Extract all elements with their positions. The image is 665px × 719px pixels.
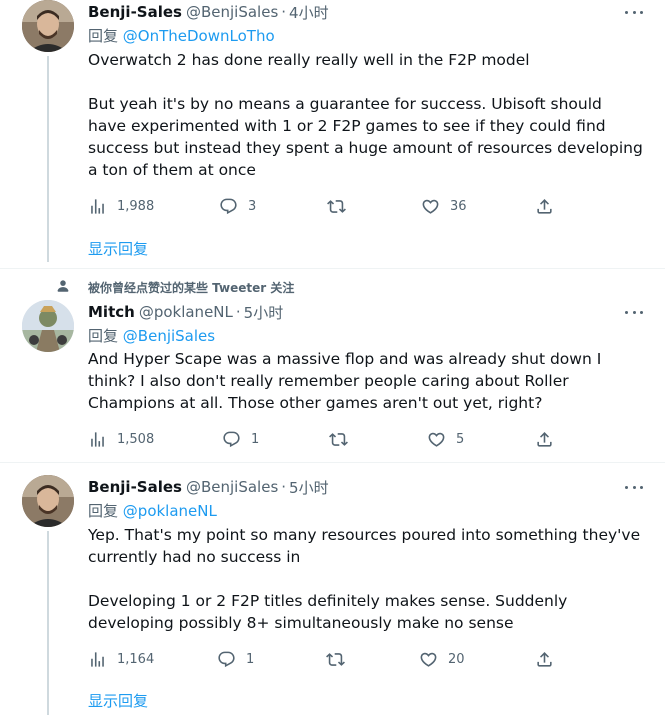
share-button[interactable] [535, 194, 554, 218]
reply-prefix: 回复 [88, 27, 119, 45]
avatar-benji-image [22, 0, 74, 52]
like-button[interactable]: 5 [427, 427, 464, 451]
retweet-button[interactable] [327, 194, 356, 218]
reply-count: 1 [246, 651, 255, 667]
timestamp[interactable]: 4小时 [289, 2, 329, 23]
tweet-text: Yep. That's my point so many resources p… [88, 526, 641, 632]
analytics-icon [88, 650, 107, 669]
retweet-button[interactable] [329, 427, 358, 451]
heart-icon [421, 197, 440, 216]
like-button[interactable]: 20 [419, 647, 465, 671]
social-context-text: 被你曾经点赞过的某些 Tweeter 关注 [88, 281, 295, 295]
reply-button[interactable]: 3 [219, 194, 256, 218]
analytics-icon [88, 197, 107, 216]
separator-dot: · [235, 303, 241, 321]
avatar[interactable] [22, 475, 74, 527]
timestamp[interactable]: 5小时 [289, 477, 329, 498]
retweet-button[interactable] [326, 647, 355, 671]
social-context: 被你曾经点赞过的某些 Tweeter 关注 [0, 276, 665, 296]
avatar[interactable] [22, 0, 74, 52]
more-options-button[interactable] [623, 479, 645, 495]
reply-icon [219, 197, 238, 216]
views-count: 1,508 [117, 431, 155, 447]
analytics-icon [88, 430, 107, 449]
replying-to: 回复 @poklaneNL [88, 500, 217, 521]
more-icon [625, 10, 628, 14]
tweet-3[interactable]: Benji-Sales @BenjiSales · 5小时 回复 @poklan… [0, 475, 665, 719]
like-button[interactable]: 36 [421, 194, 467, 218]
like-count: 20 [448, 651, 465, 667]
views-button[interactable]: 1,164 [88, 647, 154, 671]
share-icon [535, 430, 554, 449]
reply-mention-link[interactable]: @OnTheDownLoTho [123, 27, 275, 45]
avatar-mitch-image [22, 300, 74, 352]
views-button[interactable]: 1,988 [88, 194, 154, 218]
author-name[interactable]: Benji-Sales [88, 478, 182, 496]
timestamp[interactable]: 5小时 [244, 302, 284, 323]
views-count: 1,988 [117, 198, 155, 214]
more-icon [625, 310, 628, 314]
show-replies-link[interactable]: 显示回复 [88, 238, 148, 259]
divider [0, 268, 665, 269]
avatar[interactable] [22, 300, 74, 352]
replying-to: 回复 @OnTheDownLoTho [88, 25, 275, 46]
action-bar: 1,508 1 5 [88, 427, 648, 451]
retweet-icon [326, 650, 345, 669]
author-handle[interactable]: @poklaneNL [139, 303, 233, 321]
heart-icon [419, 650, 438, 669]
show-replies-link[interactable]: 显示回复 [88, 690, 148, 711]
share-button[interactable] [535, 647, 554, 671]
thread-line [47, 531, 49, 715]
reply-prefix: 回复 [88, 327, 119, 345]
views-button[interactable]: 1,508 [88, 427, 154, 451]
author-handle[interactable]: @BenjiSales [186, 478, 278, 496]
reply-prefix: 回复 [88, 502, 119, 520]
reply-icon [217, 650, 236, 669]
reply-button[interactable]: 1 [222, 427, 259, 451]
more-options-button[interactable] [623, 304, 645, 320]
divider [0, 462, 665, 463]
action-bar: 1,988 3 36 [88, 194, 648, 218]
more-options-button[interactable] [623, 4, 645, 20]
tweet-1[interactable]: Benji-Sales @BenjiSales · 4小时 回复 @OnTheD… [0, 0, 665, 268]
reply-count: 1 [251, 431, 260, 447]
tweet-text: And Hyper Scape was a massive flop and w… [88, 350, 602, 412]
retweet-icon [329, 430, 348, 449]
author-name[interactable]: Benji-Sales [88, 3, 182, 21]
more-icon [625, 485, 628, 489]
like-count: 5 [456, 431, 465, 447]
avatar-benji-image [22, 475, 74, 527]
person-icon [57, 280, 69, 292]
separator-dot: · [281, 3, 287, 21]
author-handle[interactable]: @BenjiSales [186, 3, 278, 21]
tweet-2[interactable]: Mitch @poklaneNL · 5小时 回复 @BenjiSales An… [0, 300, 665, 460]
share-icon [535, 650, 554, 669]
reply-mention-link[interactable]: @poklaneNL [123, 502, 217, 520]
thread-line [47, 56, 49, 262]
action-bar: 1,164 1 20 [88, 647, 648, 671]
replying-to: 回复 @BenjiSales [88, 325, 215, 346]
views-count: 1,164 [117, 651, 155, 667]
reply-icon [222, 430, 241, 449]
reply-count: 3 [248, 198, 257, 214]
share-button[interactable] [535, 427, 554, 451]
share-icon [535, 197, 554, 216]
separator-dot: · [281, 478, 287, 496]
heart-icon [427, 430, 446, 449]
retweet-icon [327, 197, 346, 216]
author-name[interactable]: Mitch [88, 303, 135, 321]
like-count: 36 [450, 198, 467, 214]
reply-button[interactable]: 1 [217, 647, 254, 671]
tweet-text: Overwatch 2 has done really really well … [88, 51, 643, 179]
reply-mention-link[interactable]: @BenjiSales [123, 327, 215, 345]
